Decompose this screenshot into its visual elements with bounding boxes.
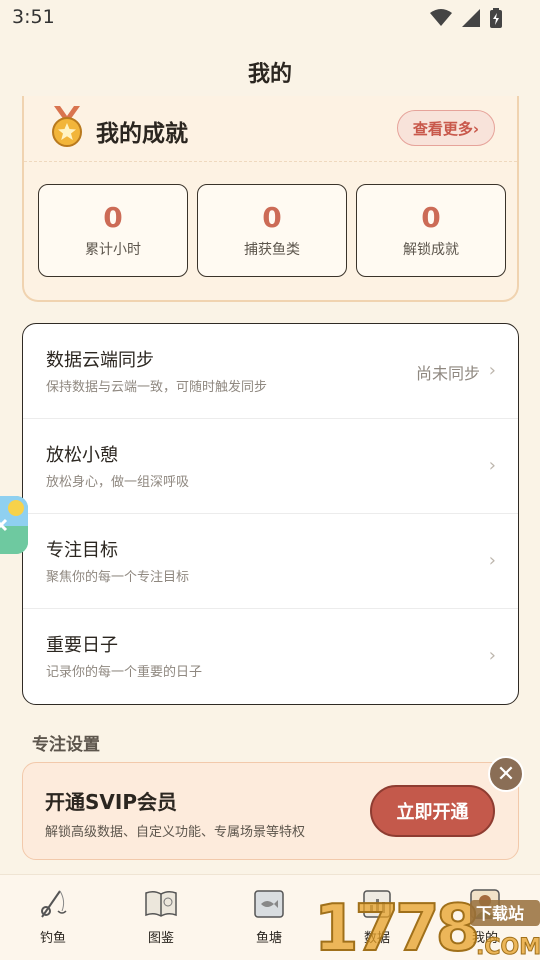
stat-label: 解锁成就 [403, 242, 459, 258]
settings-list: 数据云端同步 保持数据与云端一致，可随时触发同步 尚未同步 › 放松小憩 放松身… [22, 323, 519, 705]
item-subtitle: 记录你的每一个重要的日子 [46, 665, 203, 680]
book-icon [145, 890, 177, 917]
nav-item-pond[interactable]: 鱼塘 [234, 887, 304, 946]
status-bar: 3:51 [0, 0, 540, 36]
achievements-title: 我的成就 [96, 121, 188, 147]
item-title: 专注目标 [46, 540, 118, 561]
item-subtitle: 保持数据与云端一致，可随时触发同步 [46, 380, 268, 395]
stat-label: 累计小时 [85, 242, 141, 258]
stat-label: 捕获鱼类 [244, 242, 300, 258]
subscribe-button[interactable]: 立即开通 [370, 785, 495, 837]
svip-subtitle: 解锁高级数据、自定义功能、专属场景等特权 [45, 825, 306, 840]
nav-item-fishing[interactable]: 钓鱼 [18, 887, 88, 946]
fishing-rod-icon [41, 890, 67, 918]
svip-title: 开通SVIP会员 [45, 790, 177, 814]
stat-total-hours[interactable]: 0 累计小时 [38, 184, 188, 277]
medal-icon [52, 106, 82, 147]
nav-label: 钓鱼 [39, 931, 66, 946]
list-item-relax[interactable]: 放松小憩 放松身心，做一组深呼吸 › [23, 419, 518, 514]
close-icon[interactable]: ✕ [488, 756, 524, 792]
watermark-suffix: .COM [476, 935, 540, 960]
sun-icon [0, 496, 28, 554]
item-subtitle: 聚焦你的每一个专注目标 [46, 570, 190, 585]
stat-value: 0 [421, 201, 441, 234]
signal-icon [462, 9, 480, 27]
list-item-cloud-sync[interactable]: 数据云端同步 保持数据与云端一致，可随时触发同步 尚未同步 › [23, 324, 518, 419]
watermark-number: 1778 [314, 892, 477, 960]
item-subtitle: 放松身心，做一组深呼吸 [46, 475, 190, 490]
view-more-button[interactable]: 查看更多› [397, 110, 495, 146]
nav-label: 鱼塘 [255, 931, 282, 946]
stat-value: 0 [262, 201, 282, 234]
chevron-right-icon: › [488, 455, 496, 476]
focus-settings-heading: 专注设置 [32, 735, 100, 755]
list-item-important-days[interactable]: 重要日子 记录你的每一个重要的日子 › [23, 609, 518, 704]
battery-icon [490, 8, 502, 28]
stat-value: 0 [103, 201, 123, 234]
svip-banner[interactable]: 开通SVIP会员 解锁高级数据、自定义功能、专属场景等特权 立即开通 [22, 762, 519, 860]
chevron-right-icon: › [488, 645, 496, 666]
achievements-card: 我的成就 查看更多› 0 累计小时 0 捕获鱼类 0 解锁成就 [22, 96, 519, 302]
fish-pond-icon [254, 890, 284, 918]
item-title: 数据云端同步 [46, 350, 154, 371]
stat-achievements-unlocked[interactable]: 0 解锁成就 [356, 184, 506, 277]
nav-label: 图鉴 [147, 931, 174, 946]
item-title: 重要日子 [46, 635, 118, 656]
status-icons [430, 8, 502, 28]
status-time: 3:51 [12, 6, 55, 28]
watermark-badge: 下载站 [476, 904, 524, 923]
wifi-icon [430, 9, 452, 26]
chevron-right-icon: › [488, 360, 496, 381]
floating-widget[interactable] [0, 496, 28, 554]
page-title: 我的 [247, 62, 292, 87]
stat-fish-caught[interactable]: 0 捕获鱼类 [197, 184, 347, 277]
achievements-header: 我的成就 查看更多› [24, 96, 517, 162]
item-title: 放松小憩 [46, 445, 118, 466]
chevron-right-icon: › [488, 550, 496, 571]
nav-item-guide[interactable]: 图鉴 [126, 887, 196, 946]
list-item-focus-goals[interactable]: 专注目标 聚焦你的每一个专注目标 › [23, 514, 518, 609]
site-watermark: 1778 下载站 .COM [312, 888, 540, 960]
sync-status: 尚未同步 [415, 364, 480, 383]
